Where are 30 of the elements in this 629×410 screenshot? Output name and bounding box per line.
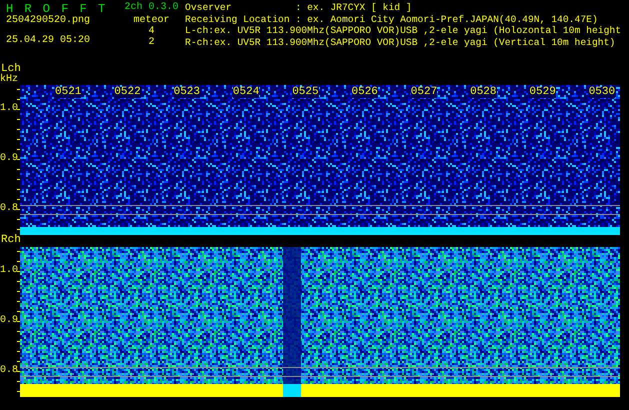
time-label: 0523	[174, 87, 200, 98]
channel-label: Lch	[0, 64, 21, 75]
time-label: 0527	[410, 87, 438, 98]
axis-tick-label: 1.0	[0, 266, 18, 276]
time-label: 0525	[292, 87, 319, 98]
station-info-line: Ovserver : ex. JR7CYX [ kid ]	[185, 2, 413, 14]
time-label: 0524	[232, 87, 260, 98]
date-time: 25.04.29 05:20	[6, 35, 92, 46]
time-label: 0526	[352, 87, 378, 98]
axis-tick-label: 0.8	[0, 204, 18, 214]
axis-tick-label: 0.9	[0, 316, 18, 326]
time-label: 0528	[470, 87, 496, 98]
station-info-line: Receiving Location : ex. Aomori City Aomori-Pref.JAPAN(40.49N, 140.47E)	[185, 14, 599, 25]
time-label: 0530	[588, 87, 616, 98]
station-info-line: L-ch:ex. UV5R 113.900Mhz(SAPPORO VOR)USB ,2-ele yagi (Holozontal 10m height	[185, 25, 622, 36]
time-label: 0521	[55, 87, 82, 98]
meteor-label: meteor	[133, 15, 170, 26]
axis-unit: kHz	[0, 75, 18, 85]
channel-label: Rch	[0, 235, 21, 246]
time-label: 0522	[114, 87, 141, 98]
axis-tick-label: 1.0	[0, 104, 18, 114]
axis-tick-label: 0.8	[0, 366, 18, 376]
meteor-count: 4	[148, 26, 154, 37]
axis-tick-label: 0.9	[0, 154, 18, 164]
file-name: 2504290520.png	[6, 15, 92, 28]
time-label: 0529	[529, 87, 556, 98]
version-label: 2ch 0.3.0	[124, 2, 178, 15]
meteor-count: 2	[148, 37, 154, 48]
app-title: H R O F F T	[6, 2, 108, 15]
station-info-line: R-ch:ex. UV5R 113.900Mhz(SAPPORO VOR)USB ,2-ele yagi (Vertical 10m height)	[185, 36, 616, 48]
